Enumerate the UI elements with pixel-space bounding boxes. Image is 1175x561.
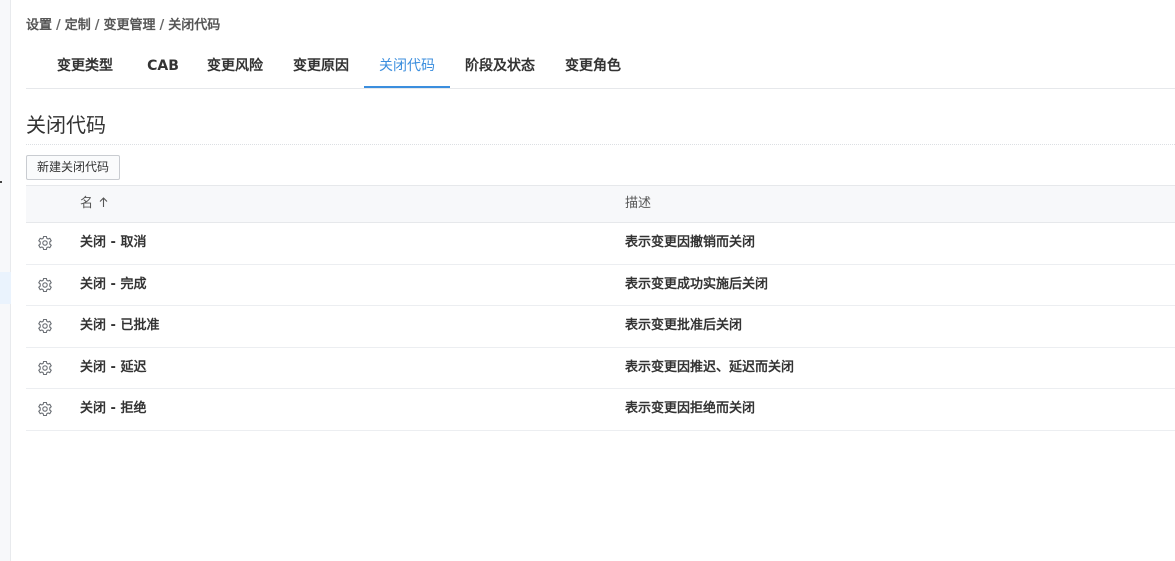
breadcrumb-item-change-management[interactable]: 变更管理 <box>104 18 156 33</box>
page-title: 关闭代码 <box>26 110 1175 145</box>
sidebar-dot <box>0 181 2 183</box>
table-header: 名 描述 <box>26 185 1175 223</box>
column-header-description[interactable]: 描述 <box>625 186 651 222</box>
breadcrumb-separator: / <box>56 18 61 33</box>
close-code-name[interactable]: 关闭 - 延迟 <box>80 348 146 388</box>
column-header-name-label: 名 <box>80 196 94 211</box>
tab-change-type[interactable]: 变更类型 <box>48 45 122 88</box>
table-row: 关闭 - 拒绝 表示变更因拒绝而关闭 <box>26 389 1175 431</box>
arrow-up-icon <box>99 197 108 207</box>
tab-change-risk[interactable]: 变更风险 <box>198 45 272 88</box>
close-code-description: 表示变更批准后关闭 <box>625 318 743 333</box>
sidebar-active-marker <box>0 272 11 304</box>
close-code-description: 表示变更成功实施后关闭 <box>625 276 769 292</box>
table-row: 关闭 - 完成 表示变更成功实施后关闭 <box>26 265 1175 306</box>
close-code-name[interactable]: 关闭 - 已批准 <box>80 306 159 346</box>
tab-cab[interactable]: CAB <box>140 45 186 88</box>
breadcrumb: 设置 / 定制 / 变更管理 / 关闭代码 <box>26 14 221 33</box>
gear-icon[interactable] <box>37 235 53 251</box>
close-code-name[interactable]: 关闭 - 取消 <box>80 223 146 263</box>
gear-icon[interactable] <box>37 360 53 376</box>
column-header-name[interactable]: 名 <box>80 186 108 222</box>
breadcrumb-item-customize[interactable]: 定制 <box>65 18 91 33</box>
close-codes-table: 名 描述 关闭 - 取消 表示变更因撤销而关闭 关闭 - 完成 表示变更成功实施… <box>26 185 1175 431</box>
close-code-name[interactable]: 关闭 - 拒绝 <box>80 389 146 429</box>
tab-close-codes[interactable]: 关闭代码 <box>364 45 450 88</box>
gear-icon[interactable] <box>37 318 53 334</box>
breadcrumb-separator: / <box>94 18 100 33</box>
breadcrumb-item-close-codes: 关闭代码 <box>168 18 221 33</box>
table-row: 关闭 - 延迟 表示变更因推迟、延迟而关闭 <box>26 348 1175 389</box>
new-close-code-button[interactable]: 新建关闭代码 <box>26 155 120 180</box>
tab-change-reason[interactable]: 变更原因 <box>284 45 358 88</box>
tab-change-roles[interactable]: 变更角色 <box>556 45 630 88</box>
table-row: 关闭 - 已批准 表示变更批准后关闭 <box>26 306 1175 348</box>
close-code-description: 表示变更因推迟、延迟而关闭 <box>625 359 795 375</box>
breadcrumb-separator: / <box>159 18 165 33</box>
close-code-description: 表示变更因拒绝而关闭 <box>625 401 756 416</box>
table-row: 关闭 - 取消 表示变更因撤销而关闭 <box>26 223 1175 265</box>
close-code-name[interactable]: 关闭 - 完成 <box>80 265 146 305</box>
gear-icon[interactable] <box>37 277 53 293</box>
breadcrumb-item-settings[interactable]: 设置 <box>26 18 52 33</box>
gear-icon[interactable] <box>37 401 53 417</box>
close-code-description: 表示变更因撤销而关闭 <box>625 235 756 250</box>
tab-bar: 变更类型 CAB 变更风险 变更原因 关闭代码 阶段及状态 变更角色 <box>26 45 1175 89</box>
tab-stages-and-status[interactable]: 阶段及状态 <box>458 45 542 88</box>
